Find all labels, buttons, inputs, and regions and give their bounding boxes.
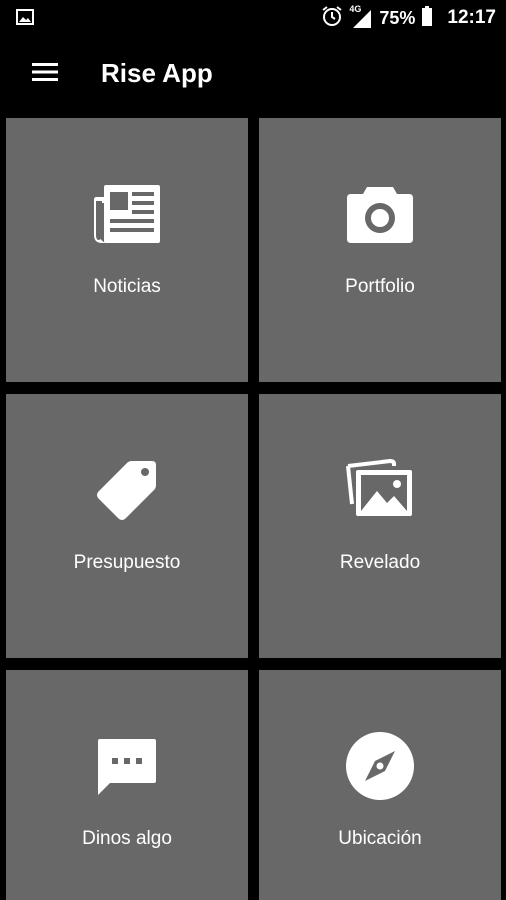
hamburger-menu-icon — [32, 62, 58, 87]
battery-percent: 75% — [379, 7, 416, 28]
tile-dinos-algo[interactable]: Dinos algo — [6, 670, 248, 900]
menu-button[interactable] — [24, 54, 66, 94]
tile-noticias[interactable]: Noticias — [6, 118, 248, 382]
tile-label: Revelado — [339, 552, 421, 573]
tile-label: Dinos algo — [82, 828, 172, 849]
tile-revelado[interactable]: Revelado — [259, 394, 501, 658]
tag-icon — [6, 454, 248, 526]
tile-presupuesto[interactable]: Presupuesto — [6, 394, 248, 658]
chat-bubble-icon — [6, 730, 248, 802]
tile-ubicacion[interactable]: Ubicación — [259, 670, 501, 900]
battery-icon — [421, 5, 433, 31]
tile-label: Presupuesto — [73, 552, 181, 573]
image-notification-icon — [16, 9, 34, 30]
menu-grid: Noticias Portfolio Presupuesto Revelado … — [0, 112, 506, 900]
camera-icon — [259, 178, 501, 250]
newspaper-icon — [6, 178, 248, 250]
tile-label: Ubicación — [338, 828, 422, 849]
tile-portfolio[interactable]: Portfolio — [259, 118, 501, 382]
clock: 12:17 — [447, 7, 496, 28]
signal-icon: 4G — [349, 4, 373, 29]
tile-label: Noticias — [93, 276, 161, 297]
photos-icon — [259, 454, 501, 526]
status-bar: 4G 75% 12:17 — [0, 0, 506, 36]
alarm-icon — [321, 5, 343, 32]
app-title: Rise App — [101, 58, 213, 88]
app-bar: Rise App — [0, 36, 506, 112]
tile-label: Portfolio — [345, 276, 415, 297]
compass-icon — [259, 730, 501, 802]
